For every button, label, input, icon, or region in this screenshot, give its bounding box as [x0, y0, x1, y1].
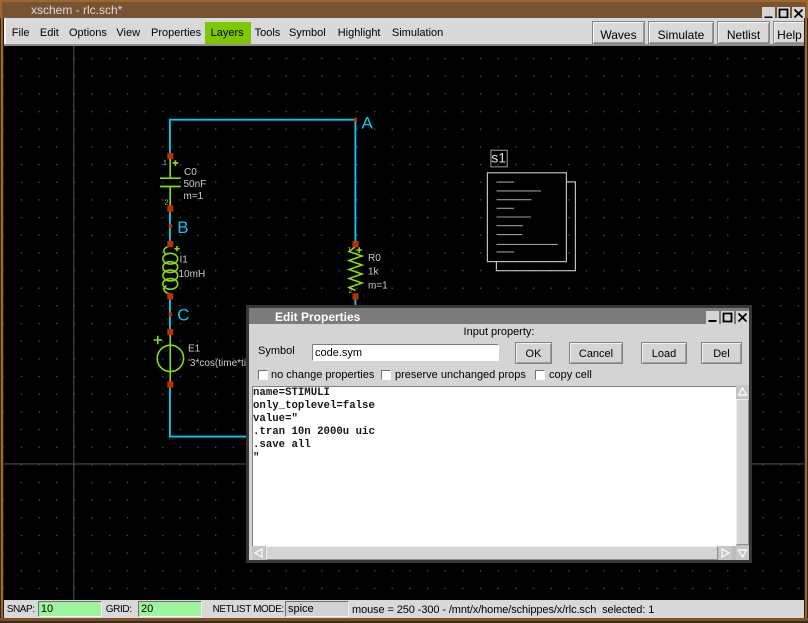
- svg-text:2: 2: [165, 200, 169, 207]
- svg-text:10mH: 10mH: [179, 269, 206, 280]
- svg-text:E1: E1: [188, 343, 201, 354]
- svg-text:1: 1: [348, 247, 352, 254]
- svg-text:B: B: [177, 218, 188, 237]
- svg-text:I1: I1: [180, 254, 189, 265]
- svg-text:C0: C0: [184, 167, 197, 178]
- svg-text:1k: 1k: [368, 267, 380, 278]
- svg-text:2: 2: [349, 288, 353, 295]
- svg-text:A: A: [362, 113, 374, 132]
- svg-text:s1: s1: [491, 150, 506, 166]
- svg-text:'3*cos(time*ti: '3*cos(time*ti: [188, 358, 246, 369]
- svg-text:m=1: m=1: [368, 280, 388, 291]
- svg-text:50nF: 50nF: [184, 179, 207, 190]
- svg-text:C: C: [177, 305, 189, 324]
- svg-text:1: 1: [163, 160, 167, 167]
- svg-text:m=1: m=1: [184, 191, 204, 202]
- svg-text:R0: R0: [368, 253, 381, 264]
